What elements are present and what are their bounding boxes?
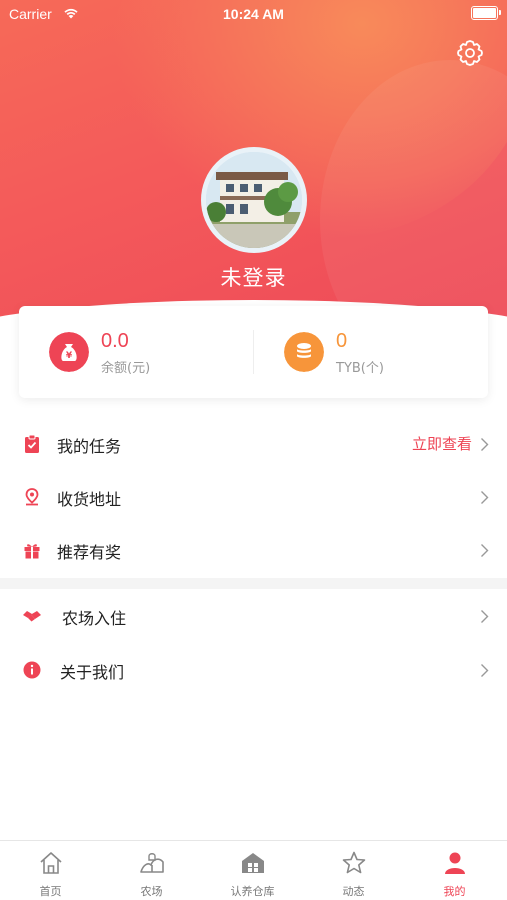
tab-farm[interactable]: 农场 (101, 841, 202, 900)
section-separator (0, 578, 507, 589)
tab-warehouse[interactable]: 认养仓库 (202, 841, 303, 900)
svg-text:¥: ¥ (66, 351, 73, 361)
money-bag-icon: ¥ (49, 332, 89, 372)
tab-label: 农场 (140, 885, 163, 898)
task-clipboard-icon (25, 434, 39, 453)
chevron-right-icon (481, 438, 489, 451)
chevron-right-icon (481, 544, 489, 557)
chevron-right-icon (481, 664, 489, 677)
menu-label: 农场入住 (62, 609, 127, 628)
battery-icon (471, 6, 501, 20)
tab-label: 动态 (342, 885, 365, 898)
balance-tyb[interactable]: 0 TYB(个) (284, 330, 464, 376)
balance-value: 0.0 (101, 330, 129, 352)
status-bar: Carrier 10:24 AM (0, 0, 507, 28)
tab-bar: 首页 农场 认养仓库 动态 我的 (0, 840, 507, 900)
avatar-photo (206, 152, 302, 248)
clock: 10:24 AM (223, 6, 284, 22)
tab-label: 认养仓库 (230, 885, 275, 898)
person-icon (445, 852, 465, 874)
chevron-right-icon (481, 610, 489, 623)
menu-item-referral[interactable]: 推荐有奖 (0, 524, 507, 576)
chevron-right-icon (481, 491, 489, 504)
handshake-icon (23, 611, 41, 622)
gift-icon (24, 544, 40, 559)
star-icon (342, 851, 366, 874)
tyb-label: TYB(个) (336, 361, 384, 376)
menu-item-about[interactable]: 关于我们 (0, 644, 507, 696)
tab-news[interactable]: 动态 (303, 841, 404, 900)
tab-label: 我的 (443, 885, 466, 898)
farm-icon (140, 853, 164, 873)
balance-label: 余额(元) (101, 361, 151, 376)
location-pin-icon (25, 488, 39, 506)
menu-label: 关于我们 (60, 663, 125, 682)
tab-mine[interactable]: 我的 (404, 841, 505, 900)
info-icon (23, 661, 41, 679)
menu-label: 我的任务 (57, 437, 122, 456)
balance-money[interactable]: ¥ 0.0 余额(元) (49, 330, 229, 376)
tab-home[interactable]: 首页 (0, 841, 101, 900)
gear-icon[interactable] (455, 38, 485, 68)
menu-item-tasks[interactable]: 我的任务 立即查看 (0, 418, 507, 470)
view-now-link[interactable]: 立即查看 (412, 433, 472, 454)
home-icon (40, 852, 62, 874)
tyb-value: 0 (336, 330, 348, 352)
tab-label: 首页 (39, 885, 62, 898)
username[interactable]: 未登录 (0, 262, 507, 292)
menu-item-farm-join[interactable]: 农场入住 (0, 590, 507, 642)
menu-item-address[interactable]: 收货地址 (0, 471, 507, 523)
divider (253, 330, 254, 374)
menu-label: 收货地址 (57, 490, 122, 509)
menu-label: 推荐有奖 (57, 543, 122, 562)
warehouse-icon (242, 853, 264, 873)
coin-stack-icon (284, 332, 324, 372)
avatar[interactable] (201, 147, 307, 253)
balance-card: ¥ 0.0 余额(元) 0 TYB(个) (19, 306, 488, 398)
